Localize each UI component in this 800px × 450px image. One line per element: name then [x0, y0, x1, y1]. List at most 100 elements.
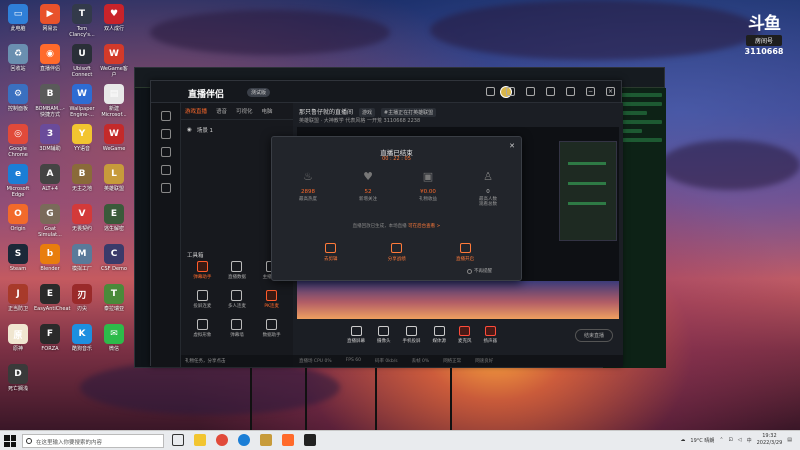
- desktop-icon[interactable]: D 死亡搁浅: [2, 364, 34, 392]
- source-button[interactable]: 扬声器: [484, 326, 497, 355]
- app-logo: 直播伴侣: [188, 90, 225, 100]
- source-button[interactable]: 媒体源: [433, 326, 446, 355]
- desktop-icon[interactable]: L 英雄联盟: [98, 164, 130, 192]
- source-button[interactable]: 摄像头: [377, 326, 391, 355]
- tab-mode[interactable]: 游戏直播: [185, 107, 207, 115]
- desktop-icon[interactable]: T Tom Clancy's...: [66, 4, 98, 38]
- end-live-button[interactable]: 结束直播: [574, 329, 613, 342]
- chrome-icon[interactable]: [216, 434, 228, 446]
- source-button[interactable]: 直播屏幕: [347, 326, 365, 355]
- desktop-icon[interactable]: 刃刃尖: [66, 284, 98, 312]
- tab-mode[interactable]: 电脑: [262, 107, 273, 115]
- file-explorer-icon[interactable]: [194, 434, 206, 446]
- task-view-icon[interactable]: [172, 434, 184, 446]
- desktop-icon[interactable]: ♻ 回收站: [2, 44, 34, 72]
- desktop-icon[interactable]: Y YY语音: [66, 124, 98, 152]
- message-icon[interactable]: [486, 87, 495, 96]
- desktop-icon[interactable]: 3 3DM辅助: [34, 124, 66, 152]
- desktop-icon[interactable]: ◎ Google Chrome: [2, 124, 34, 158]
- weather-icon[interactable]: ☁: [680, 437, 685, 443]
- desktop-icon[interactable]: ⚙ 控制面板: [2, 84, 34, 112]
- toolbox-item[interactable]: PK连麦: [254, 290, 289, 309]
- toolbox-item[interactable]: 多人连麦: [220, 290, 255, 309]
- dont-remind-checkbox[interactable]: 不再提醒: [467, 268, 492, 274]
- volume-icon[interactable]: ◁: [738, 437, 742, 443]
- desktop-icon[interactable]: W WeGame: [98, 124, 130, 152]
- streaming-app-icon[interactable]: [282, 434, 294, 446]
- action-label: 分享战绩: [387, 257, 406, 262]
- desktop-icon[interactable]: ♥ 双人成行: [98, 4, 130, 32]
- settings-icon[interactable]: [160, 165, 171, 175]
- desktop-icon[interactable]: ▤ 新建 Microsof...: [98, 84, 130, 118]
- toolbox-item[interactable]: 投屏连麦: [185, 290, 220, 309]
- dialog-action-button[interactable]: 直播开启: [456, 243, 474, 262]
- desktop-icon[interactable]: W WeGame客户: [98, 44, 130, 78]
- tab-mode[interactable]: 可视化: [236, 107, 253, 115]
- help-icon[interactable]: [160, 183, 171, 193]
- desktop-icon[interactable]: e Microsoft Edge: [2, 164, 34, 198]
- desktop-icon[interactable]: A ALT+4: [34, 164, 66, 192]
- desktop-icon[interactable]: V 无畏契约: [66, 204, 98, 232]
- desktop-icon[interactable]: ▭ 此电脑: [2, 4, 34, 32]
- desktop-icon[interactable]: 原原神: [2, 324, 34, 352]
- desktop-icon[interactable]: K 酷狗音乐: [66, 324, 98, 352]
- tab-mode[interactable]: 语音: [216, 107, 227, 115]
- desktop-icon[interactable]: E EasyAntiCheat: [34, 284, 71, 312]
- game-icon[interactable]: [304, 434, 316, 446]
- source-button[interactable]: 麦克风: [458, 326, 472, 355]
- windows-start-icon[interactable]: [4, 435, 16, 447]
- toolbox-item[interactable]: 弹幕助手: [185, 261, 220, 280]
- room-category[interactable]: #主播正在打英雄联盟: [380, 108, 437, 117]
- taskbar-search-input[interactable]: 在这里输入你要搜索的内容: [22, 434, 164, 448]
- chevron-up-icon[interactable]: ⌃: [719, 437, 723, 443]
- eye-icon[interactable]: ◉: [187, 127, 192, 133]
- version-badge[interactable]: 测试版: [247, 88, 271, 97]
- settings-icon[interactable]: [566, 87, 575, 96]
- weather-text[interactable]: 19°C 晴朗: [690, 437, 714, 444]
- desktop-icon[interactable]: ◉ 直播伴侣: [34, 44, 66, 72]
- desktop-icon[interactable]: U Ubisoft Connect: [66, 44, 98, 78]
- toolbox-item[interactable]: 直播数据: [220, 261, 255, 280]
- desktop-icon[interactable]: G Goat Simulat...: [34, 204, 66, 238]
- ime-icon[interactable]: 中: [747, 437, 752, 444]
- desktop-icon[interactable]: S Steam: [2, 244, 34, 272]
- source-button[interactable]: 手机投屏: [403, 326, 421, 355]
- room-tag[interactable]: 游戏: [358, 108, 375, 117]
- dialog-action-button[interactable]: 分享战绩: [388, 243, 406, 262]
- desktop-icon[interactable]: B BOMBAM...-快捷方式: [34, 84, 66, 118]
- checkbox-icon[interactable]: [467, 268, 472, 274]
- desktop-icon[interactable]: W Wallpaper Engine-...: [66, 84, 98, 118]
- room-title[interactable]: 那只鲁仔就的直播间: [299, 109, 353, 116]
- network-icon[interactable]: ⊡: [729, 437, 733, 443]
- scene-icon[interactable]: [160, 129, 171, 139]
- layers-icon[interactable]: [160, 147, 171, 157]
- toolbox-item[interactable]: 数据助手: [254, 319, 289, 338]
- notification-icon[interactable]: ▤: [787, 437, 792, 443]
- desktop-icon[interactable]: b Blender: [34, 244, 66, 272]
- toolbox-item[interactable]: 虚拟形象: [185, 319, 220, 338]
- edge-icon[interactable]: [238, 434, 250, 446]
- dialog-action-button[interactable]: 去剪辑: [324, 243, 338, 262]
- desktop-icon[interactable]: T 泰拉瑞亚: [98, 284, 130, 312]
- desktop-icon[interactable]: M 模拟工厂: [66, 244, 98, 272]
- mail-icon[interactable]: [506, 87, 515, 96]
- desktop-icon[interactable]: C CSF Demo: [98, 244, 130, 272]
- desktop-icon-label: 逃生解密: [103, 226, 124, 232]
- league-client-icon[interactable]: [260, 434, 272, 446]
- desktop-icon[interactable]: B 无主之地: [66, 164, 98, 192]
- toolbox-item[interactable]: 弹幕墙: [220, 319, 255, 338]
- desktop-icon[interactable]: E 逃生解密: [98, 204, 130, 232]
- fan-icon[interactable]: [546, 87, 555, 96]
- home-icon[interactable]: [160, 111, 171, 121]
- taskbar-clock[interactable]: 19:32 2022/3/29: [757, 433, 783, 447]
- app-icon: ▤: [104, 84, 124, 104]
- close-icon[interactable]: ×: [606, 87, 615, 96]
- desktop-icon[interactable]: O Origin: [2, 204, 34, 232]
- replay-hint-link[interactable]: 可在后台查看 >: [408, 224, 440, 229]
- desktop-icon[interactable]: F FORZA: [34, 324, 66, 352]
- minimize-icon[interactable]: −: [586, 87, 595, 96]
- desktop-icon[interactable]: ▶ 网易云: [34, 4, 66, 32]
- gift-icon[interactable]: [526, 87, 535, 96]
- desktop-icon[interactable]: ✉ 微信: [98, 324, 130, 352]
- desktop-icon[interactable]: J 正当防卫: [2, 284, 34, 312]
